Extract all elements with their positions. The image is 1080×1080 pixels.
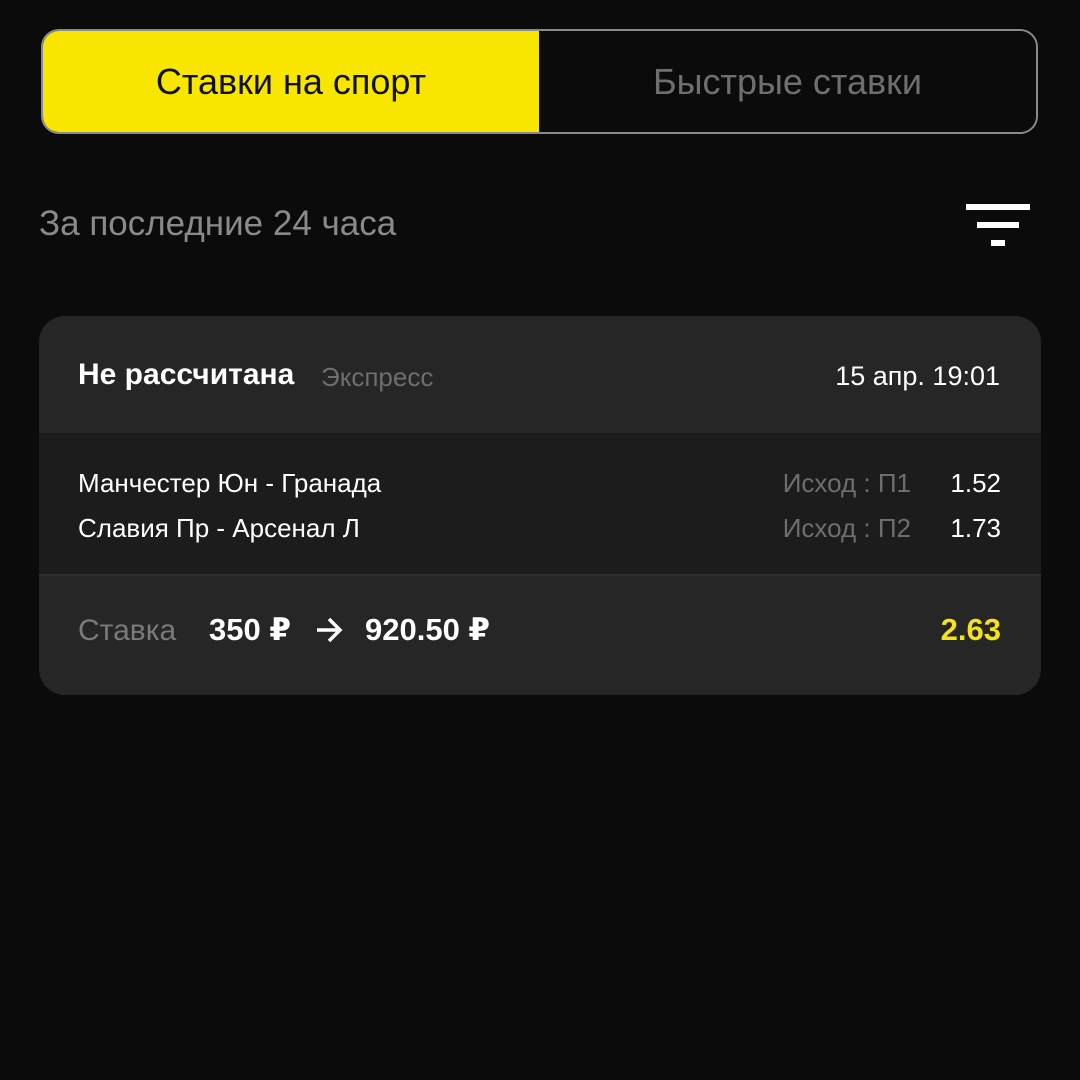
bets-history-screen: Ставки на спорт Быстрые ставки За послед… (0, 0, 1080, 1080)
bet-events: Манчестер Юн - Гранада Исход : П1 1.52 С… (39, 434, 1041, 576)
event-name: Манчестер Юн - Гранада (78, 468, 382, 498)
event-odds: 1.73 (950, 513, 1001, 543)
event-outcome: Исход : П2 (782, 513, 911, 543)
bet-status: Не рассчитана (78, 358, 295, 391)
bet-type: Экспресс (321, 362, 434, 392)
event-outcome: Исход : П1 (782, 468, 911, 498)
filter-icon (966, 204, 1030, 246)
stake-label: Ставка (78, 614, 177, 647)
arrow-right-icon (317, 617, 343, 643)
total-odds: 2.63 (940, 612, 1001, 647)
bet-card-footer: Ставка 350 ₽ 920.50 ₽ 2.63 (39, 576, 1041, 695)
event-name: Славия Пр - Арсенал Л (78, 513, 360, 543)
bet-type-tabs: Ставки на спорт Быстрые ставки (41, 29, 1038, 134)
tab-sports-bets[interactable]: Ставки на спорт (43, 31, 539, 132)
period-label: За последние 24 часа (39, 204, 397, 243)
filter-button[interactable] (962, 200, 1034, 252)
event-row: Манчестер Юн - Гранада Исход : П1 1.52 (39, 468, 1041, 508)
bet-card-header: Не рассчитана Экспресс 15 апр. 19:01 (39, 316, 1041, 434)
stake-amount: 350 ₽ (209, 612, 291, 647)
bet-date: 15 апр. 19:01 (835, 361, 1000, 391)
tab-quick-bets[interactable]: Быстрые ставки (539, 31, 1036, 132)
bet-card[interactable]: Не рассчитана Экспресс 15 апр. 19:01 Ман… (39, 316, 1041, 695)
event-row: Славия Пр - Арсенал Л Исход : П2 1.73 (39, 513, 1041, 553)
payout-amount: 920.50 ₽ (365, 612, 490, 647)
event-odds: 1.52 (950, 468, 1001, 498)
